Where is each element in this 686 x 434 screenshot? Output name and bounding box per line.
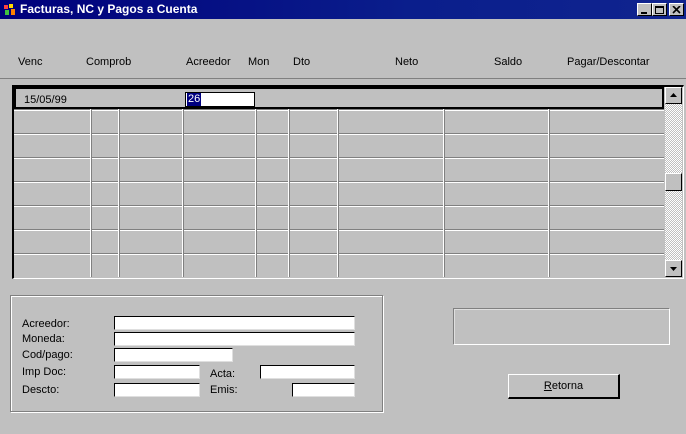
arrow-down-icon xyxy=(670,267,677,271)
scroll-thumb[interactable] xyxy=(665,173,682,191)
column-header-saldo: Saldo xyxy=(494,56,523,68)
grid-column-divider xyxy=(255,87,257,277)
grid-row-divider xyxy=(14,229,664,231)
cod-pago-field[interactable] xyxy=(114,348,233,362)
window-title: Facturas, NC y Pagos a Cuenta xyxy=(20,2,198,16)
column-header-mon: Mon xyxy=(248,56,270,68)
acta-field[interactable] xyxy=(260,365,355,379)
close-button[interactable] xyxy=(669,3,684,16)
column-header-comprob: Comprob xyxy=(86,56,132,68)
emis-label: Emis: xyxy=(210,384,238,396)
column-header-row: Venc Comprob Acreedor Mon Dto Neto Saldo… xyxy=(0,40,686,79)
grid-row-divider xyxy=(14,133,664,135)
column-header-neto: Neto xyxy=(395,56,419,68)
cod-pago-label: Cod/pago: xyxy=(22,349,73,361)
close-icon xyxy=(672,6,681,14)
arrow-up-icon xyxy=(670,93,677,97)
acreedor-cell-input[interactable]: 26 xyxy=(185,92,255,107)
scroll-down-button[interactable] xyxy=(665,260,682,277)
column-header-pagar-descontar: Pagar/Descontar xyxy=(567,56,650,68)
grid-column-divider xyxy=(182,87,184,277)
summary-box xyxy=(453,308,670,345)
moneda-label: Moneda: xyxy=(22,333,65,345)
grid-column-divider xyxy=(548,87,550,277)
acreedor-label: Acreedor: xyxy=(22,318,70,330)
acta-label: Acta: xyxy=(210,368,236,380)
grid-row-divider xyxy=(14,181,664,183)
grid-row-divider xyxy=(14,205,664,207)
retorna-button[interactable]: Retorna xyxy=(508,374,620,399)
moneda-field[interactable] xyxy=(114,332,355,346)
imp-doc-field[interactable] xyxy=(114,365,200,379)
column-header-acreedor: Acreedor xyxy=(186,56,231,68)
grid-column-divider xyxy=(443,87,445,277)
grid-column-divider xyxy=(288,87,290,277)
grid-column-divider xyxy=(90,87,92,277)
minimize-icon xyxy=(641,12,647,14)
acreedor-cell-value: 26 xyxy=(187,93,202,106)
emis-field[interactable] xyxy=(292,383,355,397)
retorna-mnemonic: R xyxy=(543,379,552,392)
maximize-button[interactable] xyxy=(652,3,667,16)
minimize-button[interactable] xyxy=(637,3,652,16)
grid-column-divider xyxy=(118,87,120,277)
vertical-scrollbar[interactable] xyxy=(665,87,682,277)
column-header-venc: Venc xyxy=(18,56,43,68)
app-icon xyxy=(4,4,15,15)
descto-label: Descto: xyxy=(22,384,60,396)
acreedor-field[interactable] xyxy=(114,316,355,330)
title-bar[interactable]: Facturas, NC y Pagos a Cuenta xyxy=(0,0,686,19)
grid-row-divider xyxy=(14,109,664,111)
maximize-icon xyxy=(655,6,664,14)
scroll-up-button[interactable] xyxy=(665,87,682,104)
retorna-label: etorna xyxy=(551,379,584,392)
table-row[interactable]: 15/05/99 26 xyxy=(14,87,664,109)
grid-column-divider xyxy=(337,87,339,277)
column-header-dto: Dto xyxy=(293,56,311,68)
cell-venc[interactable]: 15/05/99 xyxy=(24,94,67,106)
grid-row-divider xyxy=(14,157,664,159)
imp-doc-label: Imp Doc: xyxy=(22,366,67,378)
grid-row-divider xyxy=(14,253,664,255)
detail-panel: Acreedor: Moneda: Cod/pago: Imp Doc: Act… xyxy=(10,295,383,412)
invoice-grid[interactable]: 15/05/99 26 xyxy=(12,85,684,279)
descto-field[interactable] xyxy=(114,383,200,397)
